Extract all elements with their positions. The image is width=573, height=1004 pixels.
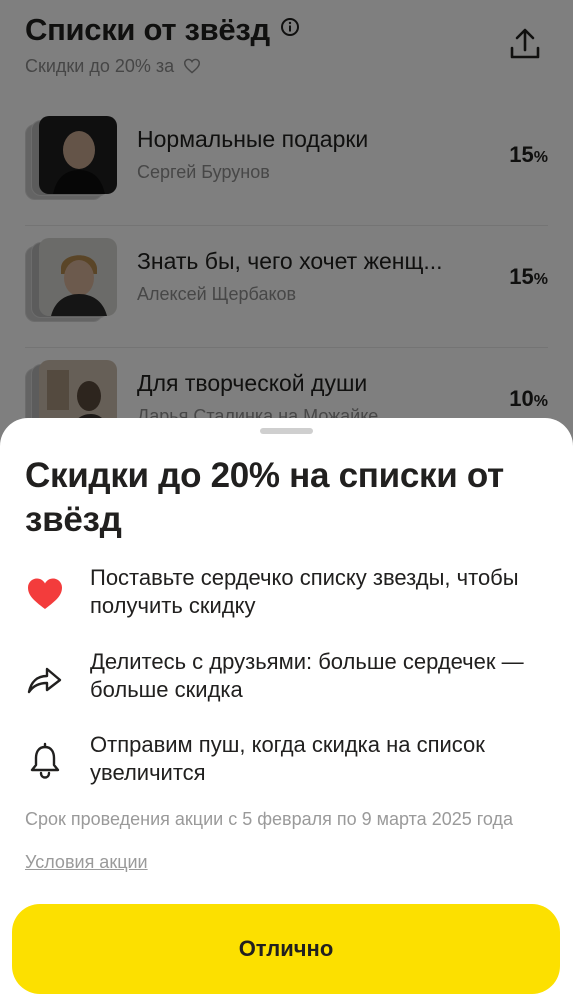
share-arrow-icon bbox=[27, 667, 62, 694]
feature-heart: Поставьте сердечко списку звезды, чтобы … bbox=[25, 564, 545, 624]
feature-text: Отправим пуш, когда скидка на список уве… bbox=[90, 732, 485, 785]
sheet-grabber[interactable] bbox=[260, 428, 313, 434]
heart-icon bbox=[28, 578, 62, 609]
bottom-sheet: Скидки до 20% на списки от звёзд Поставь… bbox=[0, 418, 573, 1004]
sheet-title: Скидки до 20% на списки от звёзд bbox=[25, 456, 504, 539]
feature-text: Поставьте сердечко списку звезды, чтобы … bbox=[90, 565, 519, 618]
feature-share: Делитесь с друзьями: больше сердечек — б… bbox=[25, 648, 545, 708]
ok-button[interactable]: Отлично bbox=[12, 904, 560, 994]
feature-bell: Отправим пуш, когда скидка на список уве… bbox=[25, 731, 545, 791]
feature-text: Делитесь с друзьями: больше сердечек — б… bbox=[90, 649, 524, 702]
bell-icon bbox=[30, 742, 60, 779]
terms-link[interactable]: Условия акции bbox=[25, 852, 148, 873]
terms-text: Срок проведения акции с 5 февраля по 9 м… bbox=[25, 809, 514, 829]
